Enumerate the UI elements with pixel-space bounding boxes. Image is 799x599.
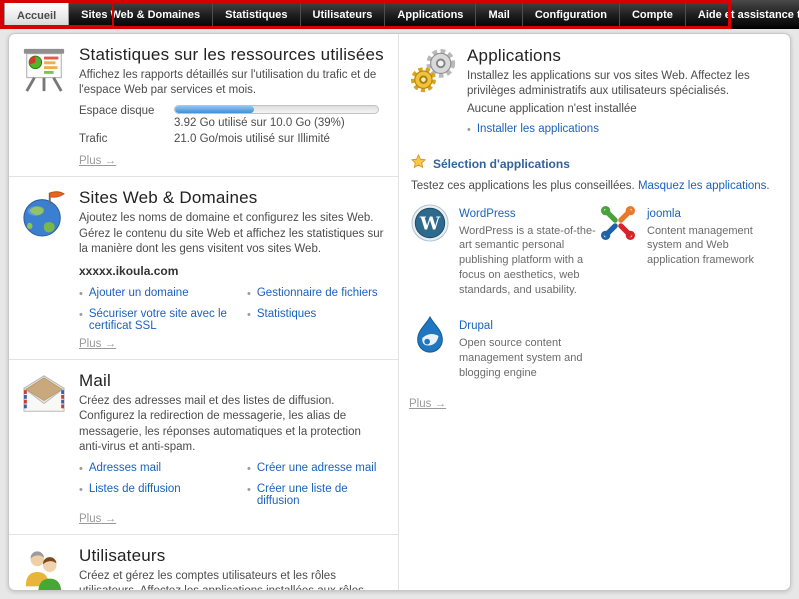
websites-domains-title: Sites Web & Domaines [79, 188, 386, 208]
disk-usage-progress-fill [175, 106, 254, 113]
tab-accueil[interactable]: Accueil [4, 2, 69, 28]
traffic-label: Trafic [79, 133, 174, 145]
disk-space-label: Espace disque [79, 105, 174, 129]
bullet-icon: • [79, 483, 83, 497]
users-icon [21, 546, 79, 591]
traffic-usage-text: 21.0 Go/mois utilisé sur Illimité [174, 133, 386, 145]
bullet-icon: • [247, 462, 251, 476]
featured-apps-more-link[interactable]: Plus → [409, 398, 446, 410]
drupal-description: Open source content management system an… [459, 336, 599, 381]
applications-description: Installez les applications sur vos sites… [467, 69, 776, 99]
section-users: Utilisateurs Créez et gérez les comptes … [9, 534, 398, 591]
bullet-icon: • [79, 308, 83, 322]
bullet-icon: • [247, 308, 251, 322]
section-applications: Applications Installez les applications … [409, 46, 776, 138]
disk-space-row: Espace disque 3.92 Go utilisé sur 10.0 G… [79, 105, 386, 129]
link-secure-ssl[interactable]: Sécuriser votre site avec le certificat … [89, 308, 239, 332]
users-title: Utilisateurs [79, 546, 386, 566]
disk-usage-text: 3.92 Go utilisé sur 10.0 Go (39%) [174, 117, 386, 129]
tab-compte[interactable]: Compte [620, 0, 686, 29]
domain-name: xxxxx.ikoula.com [79, 264, 386, 278]
main-panel: Statistiques sur les ressources utilisée… [8, 33, 791, 591]
hide-applications-link[interactable]: Masquez les applications. [638, 180, 770, 192]
websites-domains-more-link[interactable]: Plus → [79, 338, 116, 350]
gears-icon [409, 46, 467, 138]
envelope-icon [21, 371, 79, 529]
featured-apps-intro: Testez ces applications les plus conseil… [411, 180, 635, 192]
bullet-icon: • [247, 287, 251, 301]
joomla-logo-icon [599, 204, 637, 298]
wordpress-logo-icon: W [411, 204, 449, 298]
drupal-link[interactable]: Drupal [459, 320, 493, 332]
top-navigation-bar: Accueil Sites Web & Domaines Statistique… [0, 0, 799, 29]
tab-mail[interactable]: Mail [476, 0, 522, 29]
svg-text:W: W [419, 213, 441, 234]
bullet-icon: • [79, 462, 83, 476]
traffic-row: Trafic 21.0 Go/mois utilisé sur Illimité [79, 133, 386, 145]
wordpress-link[interactable]: WordPress [459, 208, 516, 220]
statistics-chart-icon [21, 45, 79, 171]
mail-more-link[interactable]: Plus → [79, 513, 116, 525]
joomla-link[interactable]: joomla [647, 208, 681, 220]
bullet-icon: • [467, 123, 471, 137]
link-statistics[interactable]: Statistiques [257, 308, 316, 320]
websites-domains-description: Ajoutez les noms de domaine et configure… [79, 211, 386, 257]
bullet-icon: • [79, 287, 83, 301]
app-card-joomla: joomla Content management system and Web… [599, 204, 776, 298]
drupal-logo-icon [411, 316, 449, 381]
applications-status-text: Aucune application n'est installée [467, 103, 776, 115]
resource-stats-more-link[interactable]: Plus → [79, 155, 116, 167]
tab-aide-assistance[interactable]: Aide et assistance technique [686, 0, 799, 29]
mail-description: Créez des adresses mail et des listes de… [79, 394, 386, 455]
tab-statistiques[interactable]: Statistiques [213, 0, 300, 29]
applications-title: Applications [467, 46, 776, 66]
section-resource-stats: Statistiques sur les ressources utilisée… [9, 34, 398, 176]
section-mail: Mail Créez des adresses mail et des list… [9, 359, 398, 534]
right-column: Applications Installez les applications … [399, 34, 790, 590]
globe-flag-icon [21, 188, 79, 354]
mail-title: Mail [79, 371, 386, 391]
joomla-description: Content management system and Web applic… [647, 224, 776, 269]
app-card-wordpress: W WordPress WordPress is a state-of-the-… [411, 204, 599, 298]
tab-utilisateurs[interactable]: Utilisateurs [301, 0, 386, 29]
left-column: Statistiques sur les ressources utilisée… [9, 34, 399, 590]
link-mail-addresses[interactable]: Adresses mail [89, 462, 161, 474]
star-icon [411, 154, 426, 174]
link-add-domain[interactable]: Ajouter un domaine [89, 287, 189, 299]
featured-apps-heading: Sélection d'applications [433, 157, 570, 171]
section-websites-domains: Sites Web & Domaines Ajoutez les noms de… [9, 176, 398, 359]
tab-configuration[interactable]: Configuration [523, 0, 620, 29]
link-file-manager[interactable]: Gestionnaire de fichiers [257, 287, 378, 299]
bullet-icon: • [247, 483, 251, 497]
resource-stats-title: Statistiques sur les ressources utilisée… [79, 45, 386, 65]
tab-sites-web-domaines[interactable]: Sites Web & Domaines [69, 0, 213, 29]
users-description: Créez et gérez les comptes utilisateurs … [79, 569, 386, 591]
link-create-mail-address[interactable]: Créer une adresse mail [257, 462, 377, 474]
link-mailing-lists[interactable]: Listes de diffusion [89, 483, 181, 495]
link-install-applications[interactable]: Installer les applications [477, 123, 599, 135]
resource-stats-description: Affichez les rapports détaillés sur l'ut… [79, 68, 386, 98]
app-card-drupal: Drupal Open source content management sy… [411, 316, 599, 381]
link-create-mailing-list[interactable]: Créer une liste de diffusion [257, 483, 386, 507]
wordpress-description: WordPress is a state-of-the-art semantic… [459, 224, 599, 298]
disk-usage-progressbar [174, 105, 379, 114]
tab-applications[interactable]: Applications [385, 0, 476, 29]
